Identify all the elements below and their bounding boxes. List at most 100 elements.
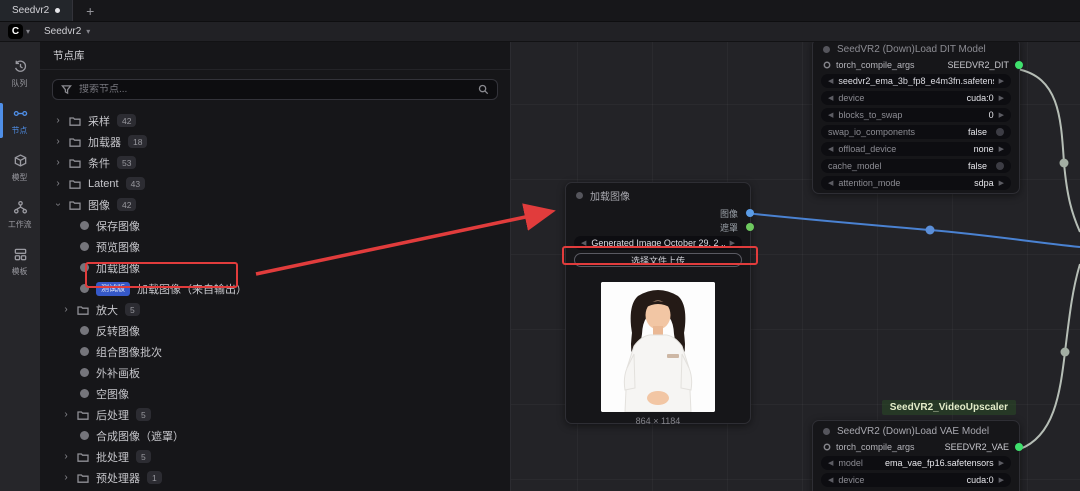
widget-device[interactable]: ◀ device cuda:0 ▶ <box>821 473 1011 487</box>
new-workflow-tab-button[interactable]: + <box>73 0 107 21</box>
arrow-left-icon[interactable]: ◀ <box>828 476 833 484</box>
collapse-dot-icon[interactable] <box>576 192 583 199</box>
tree-folder-条件[interactable]: › 条件 53 <box>40 152 510 173</box>
collapse-dot-icon[interactable] <box>823 46 830 53</box>
toggle-icon[interactable] <box>996 128 1004 136</box>
widget-attention_mode[interactable]: ◀ attention_mode sdpa ▶ <box>821 176 1011 190</box>
output-dot-mask[interactable] <box>746 223 754 231</box>
tree-item-label: 加载器 <box>88 136 121 149</box>
output-slot-mask[interactable]: 遮罩 <box>566 220 754 234</box>
arrow-right-icon[interactable]: ▶ <box>999 179 1004 187</box>
node-search-box[interactable] <box>52 79 498 100</box>
tree-folder-批处理[interactable]: › 批处理 5 <box>40 446 510 467</box>
sidebar-item-models[interactable]: 模型 <box>0 144 40 191</box>
widget-blocks_to_swap[interactable]: ◀ blocks_to_swap 0 ▶ <box>821 108 1011 122</box>
widget-value: cuda:0 <box>966 93 994 103</box>
reroute-dot[interactable] <box>1060 347 1070 357</box>
chevron-right-icon[interactable]: › <box>54 115 62 126</box>
arrow-right-icon[interactable]: ▶ <box>999 77 1004 85</box>
graph-canvas[interactable]: 加载图像 图像 遮罩 ◀ Generated Image October 29, … <box>511 42 1080 491</box>
folder-open-icon <box>69 199 81 211</box>
tree-item-组合图像批次[interactable]: 组合图像批次 <box>40 341 510 362</box>
chevron-right-icon[interactable]: › <box>62 409 70 420</box>
chevron-down-icon[interactable]: ▾ <box>26 27 30 36</box>
chevron-right-icon[interactable]: › <box>62 451 70 462</box>
output-slot-image[interactable]: 图像 <box>566 206 754 220</box>
tree-folder-图像[interactable]: › 图像 42 <box>40 194 510 215</box>
tree-folder-放大[interactable]: › 放大 5 <box>40 299 510 320</box>
tree-item-label: 批处理 <box>96 451 129 464</box>
workflow-tab[interactable]: Seedvr2 <box>0 0 74 21</box>
node-load-image[interactable]: 加载图像 图像 遮罩 ◀ Generated Image October 29, … <box>565 182 754 426</box>
output-dot-vae[interactable] <box>1015 443 1023 451</box>
input-label: torch_compile_args <box>836 60 915 70</box>
image-preview[interactable] <box>601 282 715 412</box>
widget-device[interactable]: ◀ device cuda:0 ▶ <box>821 91 1011 105</box>
node-title-bar[interactable]: SeedVR2 (Down)Load VAE Model <box>813 421 1019 440</box>
arrow-right-icon[interactable]: ▶ <box>999 94 1004 102</box>
search-icon[interactable] <box>478 84 489 95</box>
widget-model[interactable]: ◀ model ema_vae_fp16.safetensors ▶ <box>821 456 1011 470</box>
tree-folder-后处理[interactable]: › 后处理 5 <box>40 404 510 425</box>
sidebar-item-nodes[interactable]: 节点 <box>0 97 40 144</box>
count-badge: 42 <box>117 114 137 127</box>
arrow-left-icon[interactable]: ◀ <box>828 145 833 153</box>
filter-icon[interactable] <box>61 84 72 95</box>
tree-item-合成图像（遮罩）[interactable]: 合成图像（遮罩） <box>40 425 510 446</box>
chevron-right-icon[interactable]: › <box>62 472 70 483</box>
comfyui-logo[interactable]: C <box>8 24 23 39</box>
widget-cache_model[interactable]: cache_model false <box>821 159 1011 173</box>
widget-swap_io_components[interactable]: swap_io_components false <box>821 125 1011 139</box>
sidebar-item-queue[interactable]: 队列 <box>0 50 40 97</box>
node-title-bar[interactable]: SeedVR2 (Down)Load DIT Model <box>813 42 1019 58</box>
tree-folder-Latent[interactable]: › Latent 43 <box>40 173 510 194</box>
widget-offload_device[interactable]: ◀ offload_device none ▶ <box>821 142 1011 156</box>
chevron-right-icon[interactable]: › <box>62 304 70 315</box>
input-slot-torch-compile-args[interactable]: torch_compile_args <box>823 60 915 70</box>
toggle-icon[interactable] <box>996 162 1004 170</box>
widget-value: none <box>973 144 994 154</box>
arrow-left-icon[interactable]: ◀ <box>828 179 833 187</box>
sidebar-item-workflows[interactable]: 工作流 <box>0 191 40 238</box>
tree-item-空图像[interactable]: 空图像 <box>40 383 510 404</box>
output-label: 图像 <box>719 208 738 219</box>
arrow-right-icon[interactable]: ▶ <box>999 459 1004 467</box>
node-title-bar[interactable]: 加载图像 <box>566 183 750 206</box>
tree-folder-预处理器[interactable]: › 预处理器 1 <box>40 467 510 488</box>
tree-folder-加载器[interactable]: › 加载器 18 <box>40 131 510 152</box>
reroute-dot[interactable] <box>1059 158 1069 168</box>
tree-item-保存图像[interactable]: 保存图像 <box>40 215 510 236</box>
output-dot-dit[interactable] <box>1015 61 1023 69</box>
node-seedvr2-vae[interactable]: SeedVR2 (Down)Load VAE Model torch_compi… <box>812 420 1023 491</box>
chevron-right-icon[interactable]: › <box>53 201 64 209</box>
collapse-dot-icon[interactable] <box>823 428 830 435</box>
tree-item-反转图像[interactable]: 反转图像 <box>40 320 510 341</box>
output-dot-image[interactable] <box>746 209 754 217</box>
chevron-right-icon[interactable]: › <box>54 157 62 168</box>
arrow-right-icon[interactable]: ▶ <box>999 476 1004 484</box>
widget-value: false <box>967 127 987 137</box>
arrow-left-icon[interactable]: ◀ <box>828 459 833 467</box>
tree-item-label: 外补画板 <box>96 367 140 380</box>
folder-icon <box>77 472 89 484</box>
arrow-right-icon[interactable]: ▶ <box>999 145 1004 153</box>
node-seedvr2-dit[interactable]: SeedVR2 (Down)Load DIT Model torch_compi… <box>812 42 1023 194</box>
group-title[interactable]: SeedVR2_VideoUpscaler <box>881 400 1016 415</box>
arrow-left-icon[interactable]: ◀ <box>828 77 833 85</box>
widget-combo[interactable]: ◀ seedvr2_ema_3b_fp8_e4m3fn.safetens ... ▶ <box>821 74 1011 88</box>
tree-folder-采样[interactable]: › 采样 42 <box>40 110 510 131</box>
workflow-name-label: Seedvr2 <box>44 26 82 37</box>
reroute-dot[interactable] <box>925 225 935 235</box>
arrow-left-icon[interactable]: ◀ <box>828 94 833 102</box>
tree-item-外补画板[interactable]: 外补画板 <box>40 362 510 383</box>
arrow-right-icon[interactable]: ▶ <box>999 111 1004 119</box>
chevron-right-icon[interactable]: › <box>54 178 62 189</box>
sidebar-item-templates[interactable]: 模板 <box>0 238 40 285</box>
wire-vae-model <box>1019 263 1080 450</box>
arrow-left-icon[interactable]: ◀ <box>828 111 833 119</box>
chevron-right-icon[interactable]: › <box>54 136 62 147</box>
workflow-name-menu[interactable]: Seedvr2 ▾ <box>44 26 90 37</box>
tree-item-预览图像[interactable]: 预览图像 <box>40 236 510 257</box>
search-input[interactable] <box>79 84 471 95</box>
input-slot-torch-compile-args[interactable]: torch_compile_args <box>823 442 915 452</box>
